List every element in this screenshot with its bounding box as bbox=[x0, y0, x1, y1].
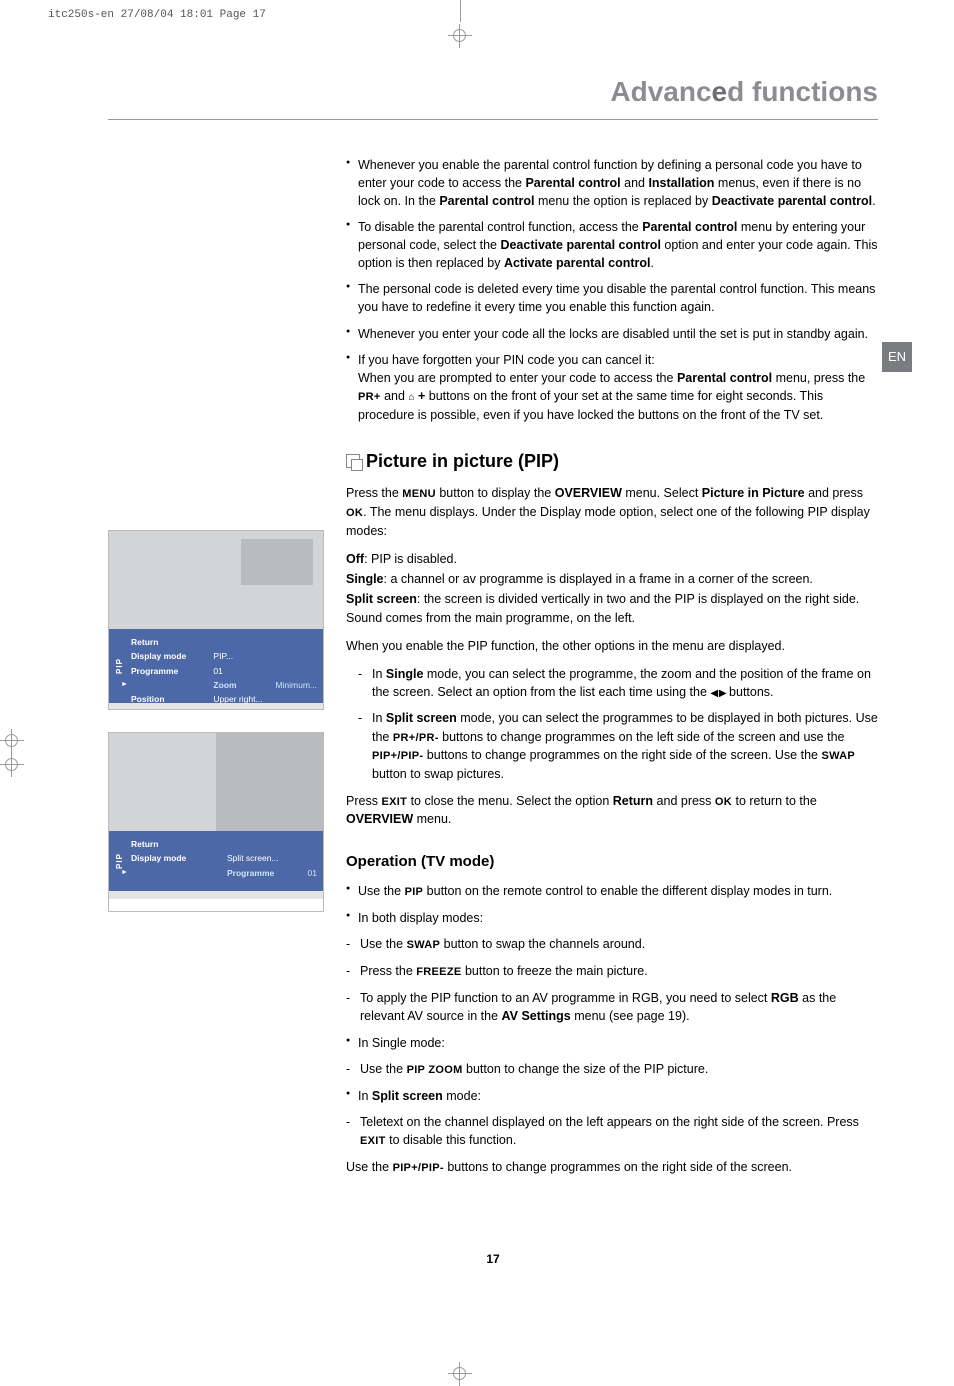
paragraph: Press EXIT to close the menu. Select the… bbox=[346, 792, 878, 829]
heading-operation: Operation (TV mode) bbox=[346, 851, 878, 873]
list-item: In Split screen mode, you can select the… bbox=[358, 709, 878, 783]
pip-inset-box bbox=[241, 539, 313, 585]
figure-screen bbox=[109, 531, 323, 629]
single-mode-dashes: Use the PIP ZOOM button to change the si… bbox=[346, 1060, 878, 1079]
paragraph: Split screen: the screen is divided vert… bbox=[346, 590, 878, 626]
heading-text: Picture in picture (PIP) bbox=[366, 451, 559, 471]
main-column: Whenever you enable the parental control… bbox=[346, 156, 878, 1177]
split-left bbox=[109, 733, 216, 831]
list-item: Whenever you enter your code all the loc… bbox=[346, 325, 878, 343]
figure-menu-strip: PIP Return Display modePIP... Programme0… bbox=[109, 629, 323, 703]
figure-menu-strip: PIP Return Display modeSplit screen... P… bbox=[109, 831, 323, 891]
figure-menu-table: Return Display modeSplit screen... Progr… bbox=[131, 837, 317, 880]
side-figures: PIP Return Display modePIP... Programme0… bbox=[108, 530, 324, 934]
list-item: To apply the PIP function to an AV progr… bbox=[346, 989, 878, 1025]
operation-bullets: Use the PIP button on the remote control… bbox=[346, 882, 878, 927]
split-mode-bullet: In Split screen mode: bbox=[346, 1087, 878, 1105]
list-item: Teletext on the channel displayed on the… bbox=[346, 1113, 878, 1150]
list-item: Whenever you enable the parental control… bbox=[346, 156, 878, 210]
registration-mark-right bbox=[0, 753, 24, 777]
list-item: To disable the parental control function… bbox=[346, 218, 878, 272]
page: Advanced functions EN PIP Return Display… bbox=[108, 24, 878, 1294]
list-item: Use the PIP ZOOM button to change the si… bbox=[346, 1060, 878, 1079]
page-number: 17 bbox=[108, 1251, 878, 1268]
list-item: In both display modes: bbox=[346, 909, 878, 927]
paragraph: Use the PIP+/PIP- buttons to change prog… bbox=[346, 1158, 878, 1177]
print-slug: itc250s-en 27/08/04 18:01 Page 17 bbox=[48, 8, 266, 24]
pip-mode-dashes: In Single mode, you can select the progr… bbox=[346, 665, 878, 784]
split-right bbox=[216, 733, 323, 831]
list-item: Use the SWAP button to swap the channels… bbox=[346, 935, 878, 954]
crop-mark bbox=[460, 0, 461, 22]
registration-mark-bottom bbox=[448, 1362, 472, 1386]
pip-icon bbox=[346, 454, 360, 468]
figure-menu-table: Return Display modePIP... Programme01 Zo… bbox=[131, 635, 317, 707]
list-item: If you have forgotten your PIN code you … bbox=[346, 351, 878, 424]
both-mode-dashes: Use the SWAP button to swap the channels… bbox=[346, 935, 878, 1025]
list-item: In Single mode: bbox=[346, 1034, 878, 1052]
figure-pip-single: PIP Return Display modePIP... Programme0… bbox=[108, 530, 324, 710]
language-badge: EN bbox=[882, 342, 912, 372]
left-right-arrows-icon bbox=[710, 685, 725, 699]
list-item: The personal code is deleted every time … bbox=[346, 280, 878, 316]
section-title-pre: Advanc bbox=[610, 76, 711, 107]
section-title-post: d functions bbox=[727, 76, 878, 107]
parental-control-bullets: Whenever you enable the parental control… bbox=[346, 156, 878, 424]
single-mode-bullet: In Single mode: bbox=[346, 1034, 878, 1052]
paragraph: Press the MENU button to display the OVE… bbox=[346, 484, 878, 540]
figure-pip-split: PIP Return Display modeSplit screen... P… bbox=[108, 732, 324, 912]
list-item: In Single mode, you can select the progr… bbox=[358, 665, 878, 702]
section-title-accent: e bbox=[712, 76, 728, 107]
heading-pip: Picture in picture (PIP) bbox=[346, 448, 878, 474]
paragraph: Off: PIP is disabled. bbox=[346, 550, 878, 568]
header-rule bbox=[108, 119, 878, 120]
figure-bottom-bar bbox=[109, 891, 323, 899]
figure-menu-label: PIP bbox=[114, 658, 126, 674]
list-item: Use the PIP button on the remote control… bbox=[346, 882, 878, 901]
split-mode-dashes: Teletext on the channel displayed on the… bbox=[346, 1113, 878, 1150]
figure-screen bbox=[109, 733, 323, 831]
paragraph: When you enable the PIP function, the ot… bbox=[346, 637, 878, 655]
section-title: Advanced functions bbox=[108, 72, 878, 113]
figure-menu-label: PIP bbox=[114, 853, 126, 869]
list-item: Press the FREEZE button to freeze the ma… bbox=[346, 962, 878, 981]
text: If you have forgotten your PIN code you … bbox=[358, 353, 655, 367]
registration-mark-left bbox=[0, 729, 24, 753]
paragraph: Single: a channel or av programme is dis… bbox=[346, 570, 878, 588]
list-item: In Split screen mode: bbox=[346, 1087, 878, 1105]
